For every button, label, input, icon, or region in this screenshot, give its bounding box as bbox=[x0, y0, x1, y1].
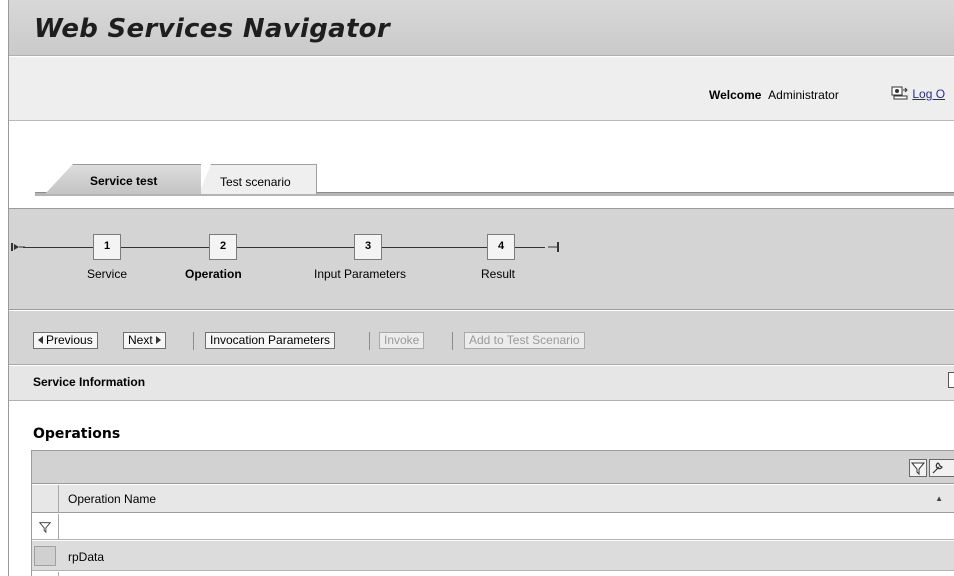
welcome-text: Welcome Administrator bbox=[709, 88, 839, 102]
previous-button-label: Previous bbox=[46, 333, 93, 347]
sort-icon[interactable]: ▲ bbox=[935, 494, 943, 503]
selection-column-header[interactable] bbox=[32, 485, 59, 513]
operations-title: Operations bbox=[33, 426, 121, 442]
roadmap-step-1-box[interactable]: 1 bbox=[93, 234, 121, 260]
arrow-right-icon bbox=[155, 336, 161, 344]
logoff-link-wrapper[interactable]: Log O bbox=[891, 86, 945, 101]
invoke-button[interactable]: Invoke bbox=[379, 332, 425, 349]
tab-strip: Test scenario Service test bbox=[9, 122, 954, 200]
roadmap-step-3-label[interactable]: Input Parameters bbox=[314, 267, 406, 281]
roadmap: 1 2 3 4 Service Operation Input Paramete… bbox=[9, 208, 954, 310]
filter-row-icon bbox=[38, 522, 52, 534]
add-to-test-scenario-button[interactable]: Add to Test Scenario bbox=[464, 332, 585, 349]
logoff-icon[interactable] bbox=[891, 86, 909, 100]
welcome-label: Welcome bbox=[709, 88, 762, 102]
next-button[interactable]: Next bbox=[123, 332, 166, 349]
row-selector[interactable] bbox=[34, 546, 56, 566]
filter-row-selector bbox=[32, 514, 59, 540]
logoff-link[interactable]: Log O bbox=[912, 87, 945, 101]
app-title: Web Services Navigator bbox=[34, 14, 390, 44]
roadmap-step-2-label[interactable]: Operation bbox=[185, 267, 242, 281]
next-button-label: Next bbox=[128, 333, 153, 347]
toolbar-separator bbox=[193, 332, 194, 350]
tab-test-scenario-label: Test scenario bbox=[220, 175, 291, 189]
table-header: Operation Name ▲ bbox=[32, 485, 954, 513]
column-header-operation-name[interactable]: Operation Name bbox=[68, 492, 156, 506]
roadmap-step-1-label[interactable]: Service bbox=[87, 267, 127, 281]
roadmap-step-4-label[interactable]: Result bbox=[481, 267, 515, 281]
title-bar: Web Services Navigator bbox=[9, 0, 954, 56]
previous-button[interactable]: Previous bbox=[33, 332, 98, 349]
arrow-left-icon bbox=[38, 336, 43, 344]
tab-test-scenario[interactable]: Test scenario bbox=[199, 164, 317, 194]
tray-expand-icon[interactable] bbox=[948, 372, 954, 388]
table-row-empty bbox=[32, 572, 954, 576]
user-name: Administrator bbox=[768, 88, 839, 102]
tray-title: Service Information bbox=[33, 375, 146, 389]
table-row[interactable]: rpData bbox=[32, 541, 954, 571]
table-filter-row bbox=[32, 514, 954, 540]
service-information-tray[interactable]: Service Information bbox=[9, 366, 954, 401]
roadmap-end-icon bbox=[548, 242, 559, 252]
tab-service-test-label: Service test bbox=[90, 174, 158, 188]
roadmap-step-3-box[interactable]: 3 bbox=[354, 234, 382, 260]
roadmap-step-4-box[interactable]: 4 bbox=[487, 234, 515, 260]
app-frame: Web Services Navigator Welcome Administr… bbox=[8, 0, 954, 576]
operation-name-filter-input[interactable] bbox=[60, 514, 954, 540]
row-selector-empty bbox=[32, 572, 59, 576]
filter-icon[interactable] bbox=[909, 459, 927, 477]
header-bar: Welcome Administrator Log O bbox=[9, 57, 954, 121]
invocation-parameters-button[interactable]: Invocation Parameters bbox=[205, 332, 336, 349]
toolbar-separator bbox=[369, 332, 370, 350]
navigation-toolbar: Previous Next Invocation Parameters Invo… bbox=[9, 311, 954, 365]
toolbar-separator bbox=[452, 332, 453, 350]
settings-icon[interactable] bbox=[929, 459, 954, 477]
tab-service-test[interactable]: Service test bbox=[45, 164, 201, 194]
operation-name-cell[interactable]: rpData bbox=[68, 550, 104, 564]
operations-table: Operation Name ▲ rpData bbox=[31, 450, 954, 576]
roadmap-step-2-box[interactable]: 2 bbox=[209, 234, 237, 260]
table-toolbar bbox=[32, 451, 954, 484]
